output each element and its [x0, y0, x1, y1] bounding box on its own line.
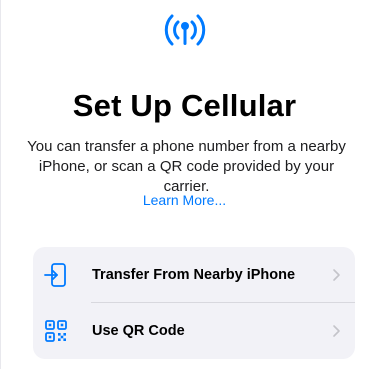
cellular-antenna-icon [1, 8, 368, 48]
use-qr-code-button[interactable]: Use QR Code [33, 302, 355, 359]
transfer-phone-icon [43, 262, 69, 288]
transfer-from-nearby-iphone-button[interactable]: Transfer From Nearby iPhone [33, 247, 355, 303]
transfer-option-label: Transfer From Nearby iPhone [92, 266, 296, 283]
chevron-right-icon [333, 268, 340, 281]
qr-code-icon [43, 318, 69, 344]
page-description: You can transfer a phone number from a n… [27, 138, 346, 195]
page-title: Set Up Cellular [72, 88, 297, 123]
learn-more-link[interactable]: Learn More... [1, 192, 368, 208]
chevron-right-icon [333, 324, 340, 337]
qr-option-label: Use QR Code [92, 322, 185, 339]
setup-cellular-screen: Set Up Cellular You can transfer a phone… [0, 0, 368, 369]
setup-options-group: Transfer From Nearby iPhone Use QR Code [33, 247, 355, 359]
